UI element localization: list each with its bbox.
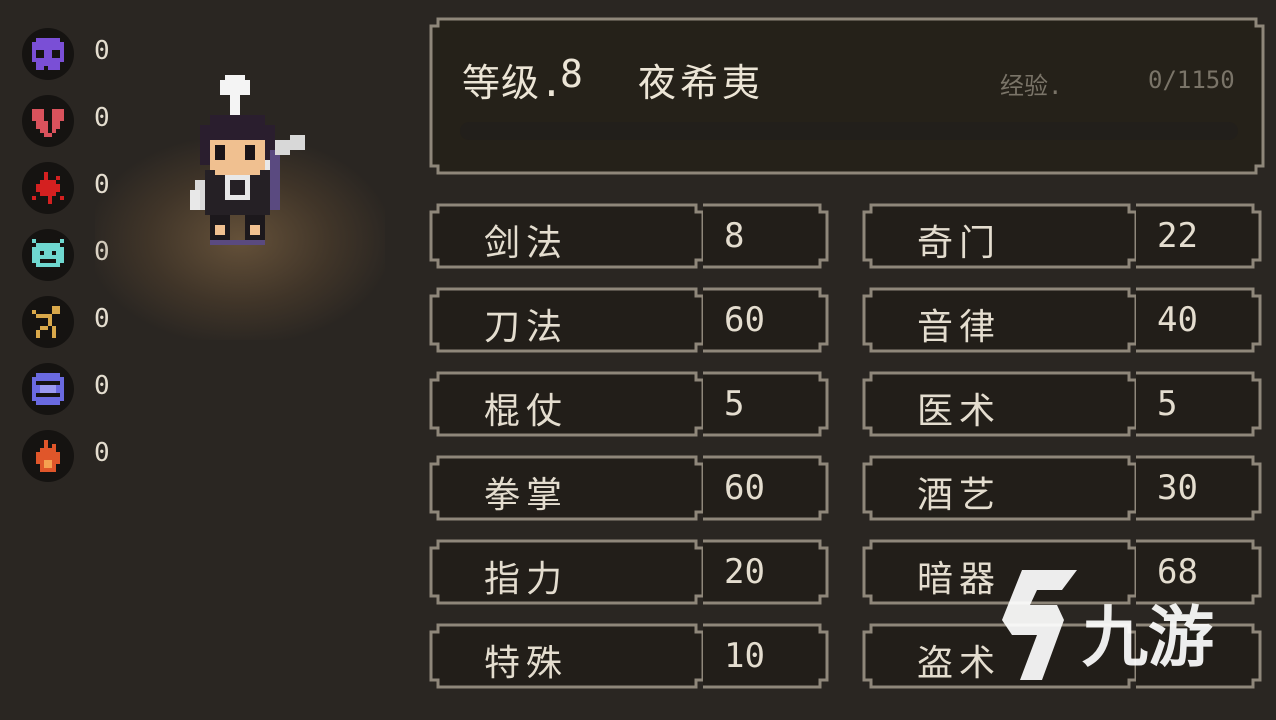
skill-name: 特殊: [484, 643, 569, 684]
skill-name: 奇门: [917, 223, 1002, 264]
skill-value: 10: [724, 636, 765, 676]
skill-row-wine[interactable]: 酒艺 30: [861, 454, 1269, 522]
skill-row-music[interactable]: 音律 40: [861, 286, 1269, 354]
skill-row-staff[interactable]: 棍仗 5: [428, 370, 836, 438]
skill-name: 医术: [917, 391, 1002, 432]
skull-icon: [22, 28, 74, 80]
poison-face-icon: [22, 229, 74, 281]
acupoint-figure-icon: [22, 296, 74, 348]
skill-name: 指力: [484, 559, 569, 600]
status-value: 0: [94, 438, 110, 468]
skill-row-finger[interactable]: 指力 20: [428, 538, 836, 606]
skill-value: 5: [724, 384, 745, 424]
skill-name: 拳掌: [484, 475, 569, 516]
broken-heart-icon: [22, 95, 74, 147]
nine-game-logo-icon: 九游: [982, 560, 1252, 690]
character-name: 夜希夷: [638, 61, 765, 105]
status-row-fire: 0: [22, 430, 142, 484]
fire-icon: [22, 430, 74, 482]
level-label: 等级.: [462, 61, 564, 105]
exp-value: 0/1150: [1148, 66, 1235, 94]
skill-value: 5: [1157, 384, 1178, 424]
skill-row-sword[interactable]: 剑法 8: [428, 202, 836, 270]
status-row-skull: 0: [22, 28, 142, 82]
dizzy-face-icon: [22, 363, 74, 415]
skill-value: 60: [724, 300, 765, 340]
skill-name: 酒艺: [917, 475, 1002, 516]
exp-label: 经验.: [1000, 72, 1063, 100]
status-value: 0: [94, 103, 110, 133]
skill-row-special[interactable]: 特殊 10: [428, 622, 836, 690]
status-value: 0: [94, 371, 110, 401]
skill-value: 60: [724, 468, 765, 508]
level-value: 8: [560, 52, 583, 96]
skill-row-qimen[interactable]: 奇门 22: [861, 202, 1269, 270]
skill-name: 刀法: [484, 307, 569, 348]
skill-name: 音律: [917, 307, 1002, 348]
skill-value: 8: [724, 216, 745, 256]
skill-row-fist[interactable]: 拳掌 60: [428, 454, 836, 522]
skill-row-medicine[interactable]: 医术 5: [861, 370, 1269, 438]
blood-splatter-icon: [22, 162, 74, 214]
skill-name: 剑法: [484, 223, 569, 264]
status-value: 0: [94, 36, 110, 66]
skill-value: 40: [1157, 300, 1198, 340]
exp-progress-bar: [460, 122, 1238, 140]
skill-name: 棍仗: [484, 391, 569, 432]
skill-value: 30: [1157, 468, 1198, 508]
skill-value: 20: [724, 552, 765, 592]
watermark-text: 九游: [1082, 599, 1214, 676]
skill-row-blade[interactable]: 刀法 60: [428, 286, 836, 354]
skill-value: 22: [1157, 216, 1198, 256]
status-row-dizzy: 0: [22, 363, 142, 417]
character-sprite: [170, 70, 330, 270]
